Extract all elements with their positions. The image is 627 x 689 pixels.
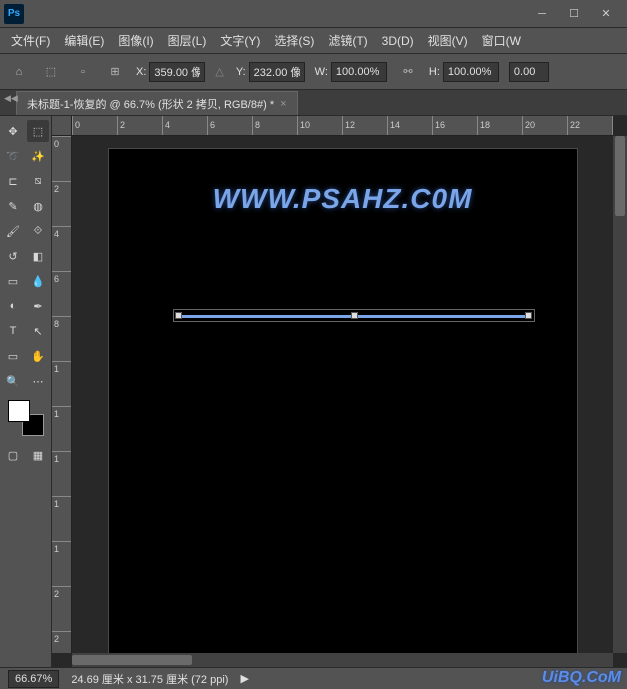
document-tab[interactable]: 未标题-1-恢复的 @ 66.7% (形状 2 拷贝, RGB/8#) * × <box>16 91 298 115</box>
menu-select[interactable]: 选择(S) <box>269 29 319 52</box>
options-bar: ⌂ ⬚ ▫ ⊞ X: △ Y: W: ⚯ H: <box>0 54 627 90</box>
status-arrow-icon[interactable]: ▶ <box>240 672 248 685</box>
w-input[interactable] <box>331 62 387 82</box>
menu-layer[interactable]: 图层(L) <box>163 29 212 52</box>
eraser-tool[interactable]: ◧ <box>27 245 49 267</box>
screenmode-toggle[interactable]: ▦ <box>27 444 49 466</box>
type-tool[interactable]: T <box>2 320 24 342</box>
rotation-input[interactable] <box>509 62 549 82</box>
menu-view[interactable]: 视图(V) <box>423 29 473 52</box>
foreground-swatch[interactable] <box>8 400 30 422</box>
link-icon[interactable]: ⚯ <box>397 61 419 83</box>
vertical-ruler[interactable]: 024681111122 <box>52 136 72 653</box>
shape-tool[interactable]: ▭ <box>2 345 24 367</box>
x-input[interactable] <box>149 62 205 82</box>
collapse-panels-icon[interactable]: ◀◀ <box>4 94 18 103</box>
watermark-text: WWW.PSAHZ.C0M <box>109 183 577 215</box>
eyedropper-tool[interactable]: ✎ <box>2 195 24 217</box>
more-tools[interactable]: ⋯ <box>27 370 49 392</box>
minimize-button[interactable]: ─ <box>533 5 551 23</box>
color-swatches[interactable] <box>8 400 44 436</box>
menubar: 文件(F) 编辑(E) 图像(I) 图层(L) 文字(Y) 选择(S) 滤镜(T… <box>0 28 627 54</box>
document-tabbar: ◀◀ 未标题-1-恢复的 @ 66.7% (形状 2 拷贝, RGB/8#) *… <box>0 90 627 116</box>
close-button[interactable]: ✕ <box>597 5 615 23</box>
reference-point-icon[interactable]: ▫ <box>72 61 94 83</box>
x-label: X: <box>136 66 146 78</box>
path-select-tool[interactable]: ↖ <box>27 320 49 342</box>
menu-window[interactable]: 窗口(W <box>477 29 526 52</box>
brush-tool[interactable]: 🖌 <box>2 220 24 242</box>
gradient-tool[interactable]: ▭ <box>2 270 24 292</box>
menu-3d[interactable]: 3D(D) <box>377 31 419 51</box>
y-input[interactable] <box>249 62 305 82</box>
history-brush-tool[interactable]: ↺ <box>2 245 24 267</box>
h-input[interactable] <box>443 62 499 82</box>
transform-icon[interactable]: ⬚ <box>40 61 62 83</box>
toolbox: ✥ ⬚ ➰ ✨ ⊏ ⧅ ✎ ◍ 🖌 ⟐ ↺ ◧ ▭ 💧 ◐ ✒ T ↖ ▭ ✋ … <box>0 116 52 667</box>
pen-tool[interactable]: ✒ <box>27 295 49 317</box>
menu-filter[interactable]: 滤镜(T) <box>323 29 372 52</box>
move-tool[interactable]: ✥ <box>2 120 24 142</box>
grid-ref-icon[interactable]: ⊞ <box>104 61 126 83</box>
stamp-tool[interactable]: ⟐ <box>27 220 49 242</box>
wand-tool[interactable]: ✨ <box>27 145 49 167</box>
crop-tool[interactable]: ⊏ <box>2 170 24 192</box>
transform-handle-center[interactable] <box>351 312 358 319</box>
slice-tool[interactable]: ⧅ <box>27 170 49 192</box>
canvas[interactable]: WWW.PSAHZ.C0M <box>108 148 578 653</box>
menu-image[interactable]: 图像(I) <box>113 29 158 52</box>
scrollbar-thumb[interactable] <box>72 655 192 665</box>
canvas-area: 024681012141618202224 024681111122 WWW.P… <box>52 116 627 667</box>
hand-tool[interactable]: ✋ <box>27 345 49 367</box>
brand-watermark: UiBQ.CoM <box>542 669 621 687</box>
transform-handle-left[interactable] <box>175 312 182 319</box>
menu-edit[interactable]: 编辑(E) <box>59 29 109 52</box>
w-label: W: <box>315 66 328 78</box>
scrollbar-thumb[interactable] <box>615 136 625 216</box>
close-tab-icon[interactable]: × <box>280 98 286 110</box>
menu-type[interactable]: 文字(Y) <box>215 29 265 52</box>
horizontal-ruler[interactable]: 024681012141618202224 <box>72 116 613 136</box>
patch-tool[interactable]: ◍ <box>27 195 49 217</box>
vertical-scrollbar[interactable] <box>613 136 627 653</box>
quickmask-toggle[interactable]: ▢ <box>2 444 24 466</box>
zoom-tool[interactable]: 🔍 <box>2 370 24 392</box>
lasso-tool[interactable]: ➰ <box>2 145 24 167</box>
maximize-button[interactable]: ☐ <box>565 5 583 23</box>
home-icon[interactable]: ⌂ <box>8 61 30 83</box>
doc-dimensions: 24.69 厘米 x 31.75 厘米 (72 ppi) <box>71 671 228 687</box>
h-label: H: <box>429 66 440 78</box>
y-label: Y: <box>236 66 246 78</box>
marquee-tool[interactable]: ⬚ <box>27 120 49 142</box>
zoom-level[interactable]: 66.67% <box>8 670 59 688</box>
statusbar: 66.67% 24.69 厘米 x 31.75 厘米 (72 ppi) ▶ Ui… <box>0 667 627 689</box>
document-tab-title: 未标题-1-恢复的 @ 66.7% (形状 2 拷贝, RGB/8#) * <box>27 96 274 112</box>
dodge-tool[interactable]: ◐ <box>2 295 24 317</box>
delta-icon[interactable]: △ <box>215 65 223 78</box>
ruler-corner[interactable] <box>52 116 72 136</box>
blur-tool[interactable]: 💧 <box>27 270 49 292</box>
ps-logo-icon: Ps <box>4 4 24 24</box>
horizontal-scrollbar[interactable] <box>72 653 613 667</box>
transform-handle-right[interactable] <box>525 312 532 319</box>
menu-file[interactable]: 文件(F) <box>6 29 55 52</box>
